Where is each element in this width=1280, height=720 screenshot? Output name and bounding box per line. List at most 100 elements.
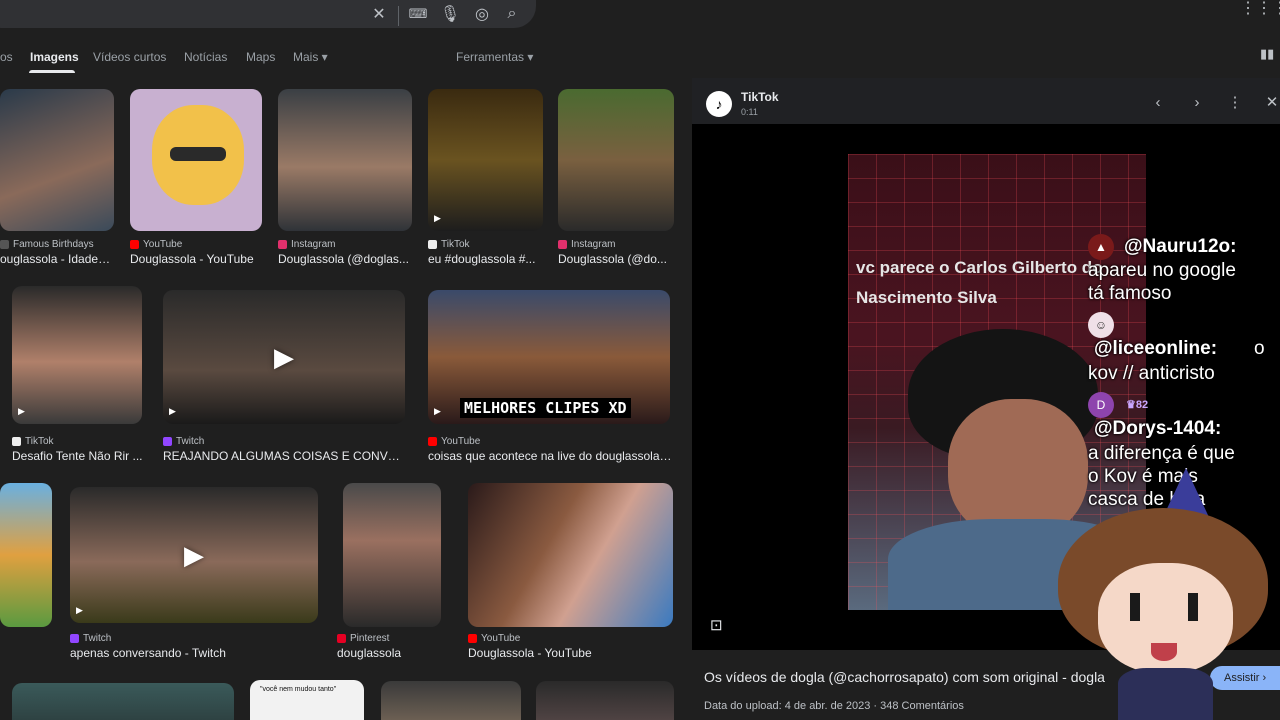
result-caption[interactable]: Douglassola (@doglas... [278, 252, 410, 266]
search-tabs: os Imagens Vídeos curtos Notícias Maps M… [0, 48, 560, 73]
play-icon: ▶ [434, 406, 441, 416]
preview-header: ♪ TikTok 0:11 ‹ › ⋮ ✕ [692, 78, 1280, 124]
active-tab-indicator [29, 70, 75, 73]
close-icon[interactable]: ✕ [1264, 94, 1280, 111]
apps-grid-icon[interactable]: ⋮⋮⋮ [1240, 0, 1280, 18]
search-bar[interactable]: ✕ ⌨ 🎙 ◎ ⌕ [0, 0, 536, 28]
result-image[interactable]: ▶ ▶ [163, 290, 405, 424]
chat-message: tá famoso [1088, 283, 1172, 304]
result-image[interactable] [381, 681, 521, 720]
result-source: Instagram [558, 239, 615, 250]
tiktok-icon [12, 437, 21, 446]
tab-news[interactable]: Notícias [184, 50, 227, 64]
youtube-icon [468, 634, 477, 643]
tab-images[interactable]: Imagens [30, 50, 79, 64]
thumbnail-caption-text: "você nem mudou tanto" [260, 686, 337, 693]
result-image[interactable] [468, 483, 673, 627]
source-label: Twitch [176, 436, 205, 447]
tab-all[interactable]: os [0, 50, 13, 64]
instagram-icon [558, 240, 567, 249]
play-icon: ▶ [76, 605, 83, 615]
result-caption[interactable]: ouglassola - Idade, ... [0, 252, 112, 266]
source-label: YouTube [441, 436, 481, 447]
youtube-icon [130, 240, 139, 249]
play-icon[interactable]: ▶ [268, 341, 300, 373]
result-source: YouTube [130, 239, 182, 250]
tab-more[interactable]: Mais ▾ [293, 50, 328, 64]
source-label: Pinterest [350, 633, 390, 644]
tiktok-icon [428, 240, 437, 249]
tab-short-videos[interactable]: Vídeos curtos [93, 50, 166, 64]
result-image[interactable] [343, 483, 441, 627]
preview-duration: 0:11 [741, 107, 758, 117]
twitch-icon [163, 437, 172, 446]
result-caption[interactable]: Douglassola - YouTube [130, 252, 262, 266]
result-caption[interactable]: Douglassola - YouTube [468, 646, 672, 660]
chat-avatar: D [1088, 392, 1114, 418]
result-caption[interactable]: Douglassola (@do... [558, 252, 672, 266]
result-caption[interactable]: apenas conversando - Twitch [70, 646, 318, 660]
result-image[interactable] [12, 683, 234, 720]
lens-icon[interactable]: ◎ [470, 2, 494, 26]
chat-message: o [1254, 338, 1265, 359]
result-caption[interactable]: eu #douglassola #... [428, 252, 542, 266]
chat-message: apareu no google [1088, 260, 1236, 281]
source-label: TikTok [441, 239, 470, 250]
result-caption[interactable]: coisas que acontece na live do douglasso… [428, 449, 672, 463]
saved-icon[interactable]: ▮▮ [1260, 46, 1276, 62]
play-icon[interactable]: ▶ [178, 539, 210, 571]
result-source: Pinterest [337, 633, 389, 644]
twitch-icon [70, 634, 79, 643]
chat-avatar: ☺ [1088, 312, 1114, 338]
result-source: TikTok [428, 239, 470, 250]
chat-avatar: ▲ [1088, 234, 1114, 260]
close-icon[interactable]: ✕ [367, 2, 391, 26]
result-source: Twitch [163, 436, 204, 447]
mascot-mouth [1151, 643, 1177, 661]
result-image[interactable] [278, 89, 412, 231]
chat-message: kov // anticristo [1088, 363, 1215, 384]
mic-icon[interactable]: 🎙 [438, 2, 462, 26]
subscriber-badge: ♛82 [1126, 399, 1149, 411]
result-caption[interactable]: REAJANDO ALGUMAS COISAS E CONVER... [163, 449, 407, 463]
keyboard-icon[interactable]: ⌨ [406, 2, 430, 26]
instagram-icon [278, 240, 287, 249]
video-overlay-text: Nascimento Silva [856, 288, 997, 307]
tools-button[interactable]: Ferramentas ▾ [456, 50, 533, 64]
source-label: Twitch [83, 633, 112, 644]
result-image[interactable]: "você nem mudou tanto" [250, 680, 364, 720]
result-caption[interactable]: Desafio Tente Não Rir ... [12, 449, 144, 463]
chevron-left-icon[interactable]: ‹ [1150, 94, 1166, 111]
result-image[interactable]: MELHORES CLIPES XD ▶ [428, 290, 670, 424]
lens-icon[interactable]: ⊡ [710, 616, 728, 634]
sunglasses-shape [170, 147, 226, 161]
source-label: YouTube [481, 633, 521, 644]
play-icon: ▶ [434, 213, 441, 223]
result-source: YouTube [468, 633, 520, 644]
tiktok-icon[interactable]: ♪ [706, 91, 732, 117]
tab-maps[interactable]: Maps [246, 50, 275, 64]
search-icon[interactable]: ⌕ [500, 2, 524, 26]
result-image[interactable] [130, 89, 262, 231]
chat-username: @Nauru12o: [1124, 236, 1237, 257]
result-source: Twitch [70, 633, 111, 644]
result-image[interactable] [0, 483, 52, 627]
chat-message: a diferença é que [1088, 443, 1235, 464]
play-icon: ▶ [169, 406, 176, 416]
result-caption[interactable]: douglassola [337, 646, 441, 660]
preview-source-title[interactable]: TikTok [741, 90, 779, 104]
result-image[interactable] [0, 89, 114, 231]
result-image[interactable]: ▶ [428, 89, 543, 231]
video-overlay-text: vc parece o Carlos Gilberto do [856, 258, 1103, 277]
result-image[interactable] [558, 89, 674, 231]
more-vert-icon[interactable]: ⋮ [1227, 94, 1243, 111]
mascot-body [1118, 668, 1213, 720]
source-label: YouTube [143, 239, 183, 250]
search-divider [398, 6, 399, 26]
result-image[interactable]: ▶ ▶ [70, 487, 318, 623]
result-image[interactable]: ▶ [12, 286, 142, 424]
chevron-right-icon[interactable]: › [1189, 94, 1205, 111]
result-image[interactable] [536, 681, 674, 720]
screen: ✕ ⌨ 🎙 ◎ ⌕ ⋮⋮⋮ os Imagens Vídeos curtos N… [0, 0, 1280, 720]
chat-username: @Dorys-1404: [1094, 418, 1222, 439]
